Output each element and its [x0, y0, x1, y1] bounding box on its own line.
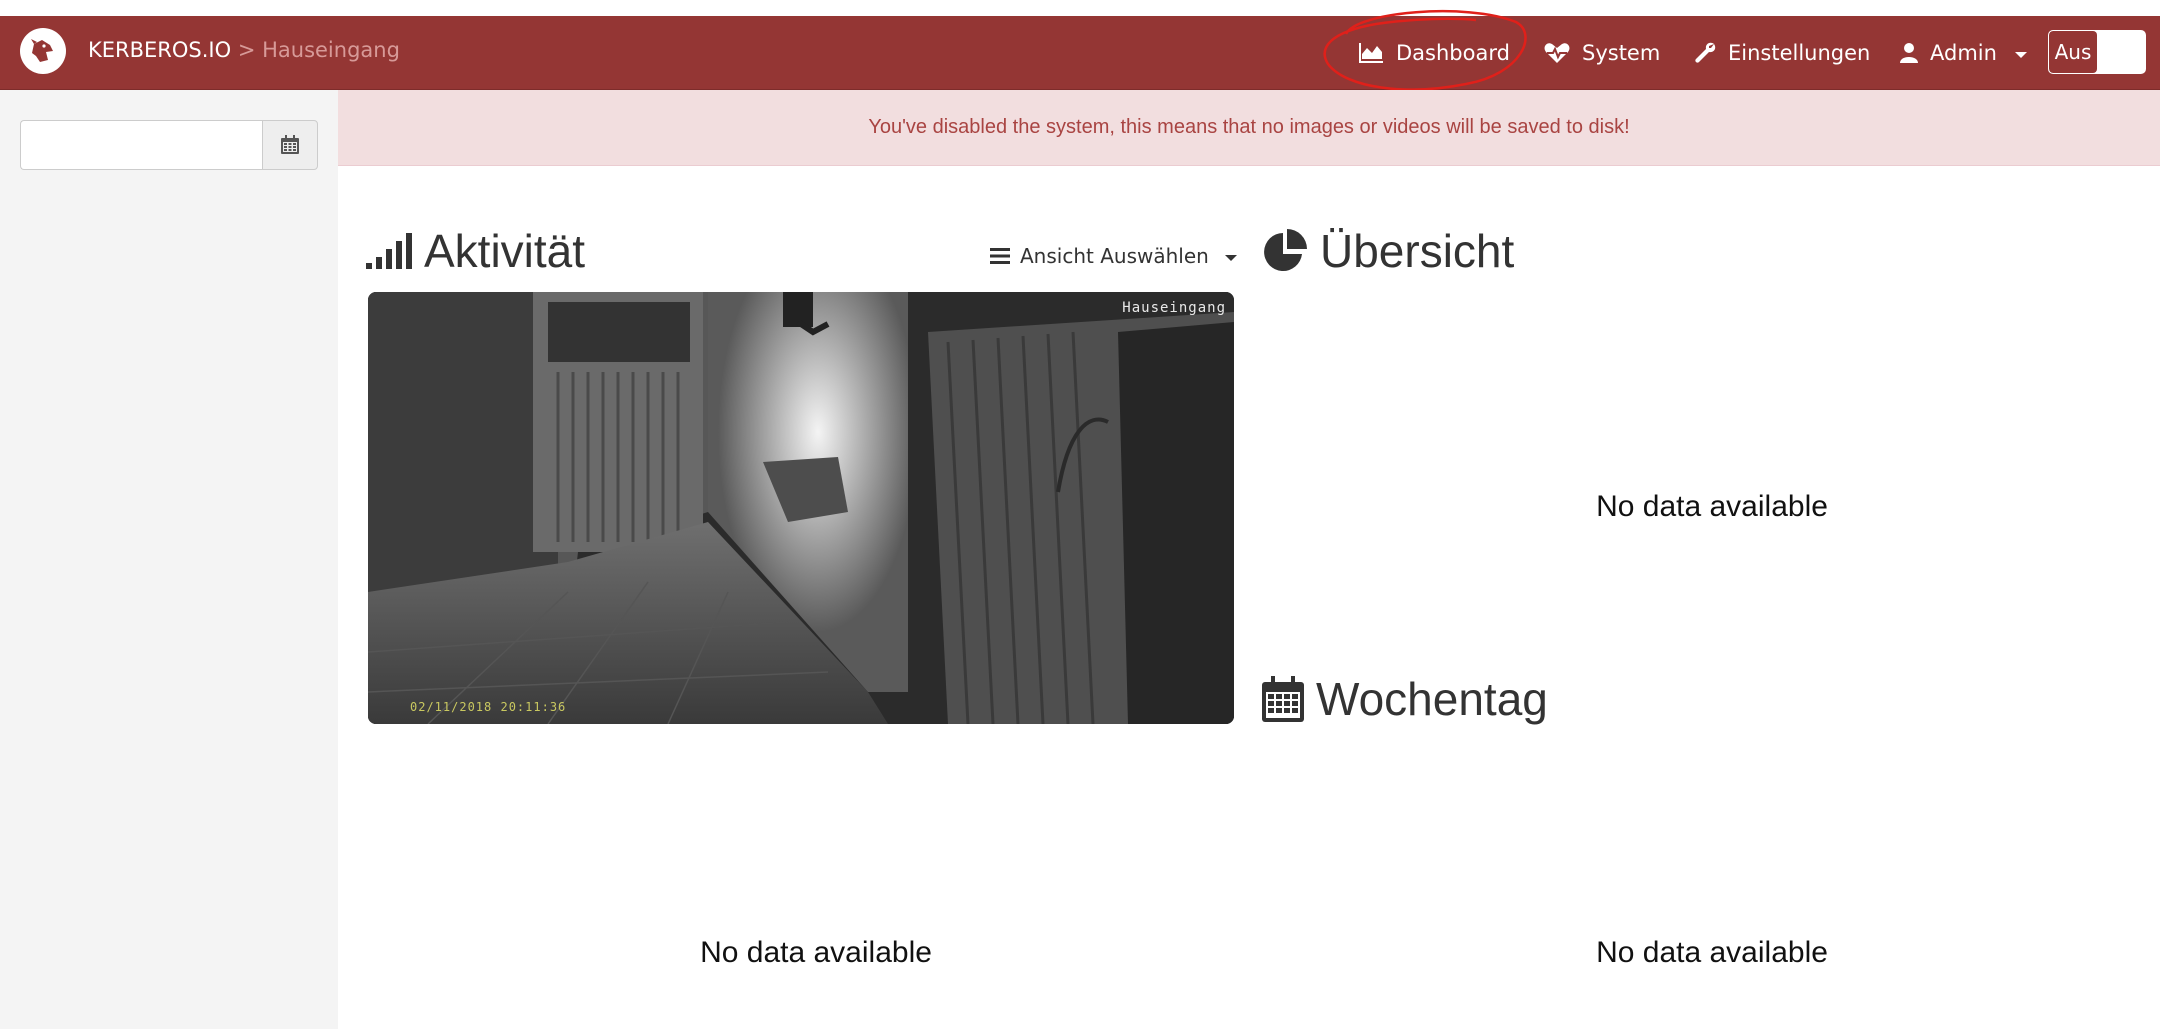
- kerberos-logo[interactable]: [20, 28, 66, 74]
- weekday-title: Wochentag: [1262, 672, 1548, 726]
- nav-einstellungen[interactable]: Einstellungen: [1694, 16, 1870, 90]
- nav-dashboard[interactable]: Dashboard: [1358, 16, 1510, 90]
- brand[interactable]: KERBEROS.IO > Hauseingang: [88, 38, 400, 62]
- weekday-title-text: Wochentag: [1316, 673, 1548, 725]
- alert-text: You've disabled the system, this means t…: [868, 116, 1630, 138]
- activity-chart-empty: No data available: [700, 936, 932, 969]
- camera-snapshot[interactable]: Hauseingang 02/11/2018 20:11:36: [368, 292, 1234, 724]
- brand-name: KERBEROS.IO: [88, 38, 232, 62]
- nav-admin[interactable]: Admin: [1900, 16, 2027, 90]
- nav-einstellungen-label: Einstellungen: [1728, 41, 1871, 65]
- nav-system-label: System: [1582, 41, 1661, 65]
- area-chart-icon: [1359, 43, 1383, 63]
- signal-icon: [366, 233, 412, 269]
- breadcrumb: > Hauseingang: [231, 38, 400, 62]
- system-toggle[interactable]: Aus: [2048, 30, 2146, 74]
- chevron-down-icon: [2014, 52, 2027, 58]
- overview-title-text: Übersicht: [1320, 225, 1515, 277]
- sidebar: [0, 90, 338, 1029]
- view-select-label: Ansicht Auswählen: [1020, 244, 1209, 268]
- user-icon: [1900, 43, 1918, 63]
- pie-chart-icon: [1264, 229, 1307, 271]
- weekday-chart-empty: No data available: [1596, 936, 1828, 969]
- calendar-icon: [281, 135, 299, 154]
- calendar-icon: [1262, 676, 1304, 722]
- date-field[interactable]: [20, 120, 262, 170]
- top-strip: [0, 0, 2160, 16]
- system-disabled-alert: You've disabled the system, this means t…: [338, 90, 2160, 166]
- chevron-down-icon: [1224, 255, 1237, 261]
- toggle-off-label: Aus: [2049, 31, 2097, 73]
- calendar-button[interactable]: [262, 120, 318, 170]
- activity-title-text: Aktivität: [424, 225, 586, 277]
- bars-icon: [990, 248, 1010, 264]
- activity-title: Aktivität: [366, 224, 585, 278]
- navbar: KERBEROS.IO > Hauseingang Dashboard Syst…: [0, 9, 2160, 91]
- view-select-dropdown[interactable]: Ansicht Auswählen: [990, 240, 1237, 272]
- camera-name-overlay: Hauseingang: [1122, 300, 1226, 316]
- overview-chart-empty: No data available: [1596, 490, 1828, 523]
- camera-timestamp-overlay: 02/11/2018 20:11:36: [410, 700, 567, 714]
- nav-system[interactable]: System: [1544, 16, 1660, 90]
- dog-head-icon: [31, 39, 53, 62]
- nav-admin-label: Admin: [1930, 41, 1997, 65]
- overview-title: Übersicht: [1262, 224, 1514, 278]
- camera-image: [368, 292, 1234, 724]
- nav-dashboard-label: Dashboard: [1396, 41, 1510, 65]
- heartbeat-icon: [1544, 43, 1570, 63]
- wrench-icon: [1695, 42, 1716, 63]
